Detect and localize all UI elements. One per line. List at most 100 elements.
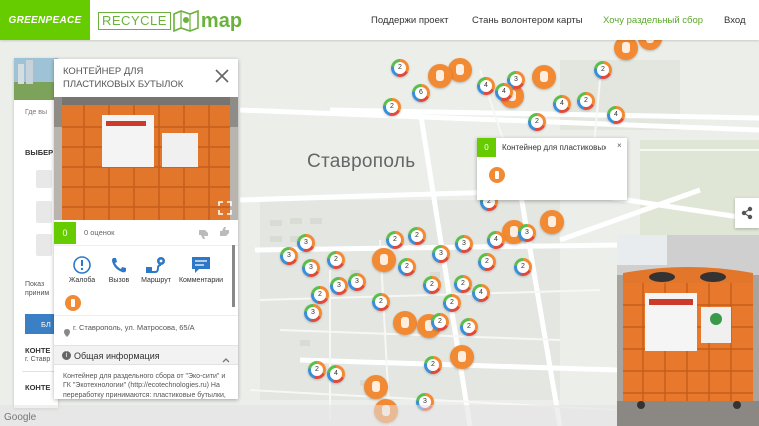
cluster-marker[interactable]: 2 [372, 293, 390, 311]
cluster-marker[interactable]: 2 [327, 251, 345, 269]
container-marker[interactable] [450, 345, 474, 369]
container-marker[interactable] [393, 311, 417, 335]
cluster-marker[interactable]: 2 [528, 113, 546, 131]
cluster-marker[interactable]: 2 [424, 356, 442, 374]
popup-close-icon[interactable]: × [617, 141, 622, 150]
plastic-category-icon [65, 295, 81, 311]
cluster-marker[interactable]: 3 [455, 235, 473, 253]
container-marker[interactable] [364, 375, 388, 399]
cluster-marker[interactable]: 3 [348, 273, 366, 291]
marker-popup[interactable]: 0 Контейнер для пластиковых бутылок × [477, 138, 627, 200]
filter-plastic-icon[interactable] [36, 234, 52, 256]
cluster-marker[interactable]: 2 [594, 61, 612, 79]
nav-want-separate-collection[interactable]: Хочу раздельный сбор [603, 15, 703, 26]
fullscreen-icon[interactable] [218, 201, 232, 215]
logo-map-text: map [200, 10, 243, 32]
recyclemap-logo[interactable]: RECYCLE map [98, 9, 242, 33]
cluster-marker[interactable]: 2 [398, 258, 416, 276]
cluster-marker[interactable]: 2 [383, 98, 401, 116]
info-icon: i [62, 351, 71, 360]
nav-become-volunteer[interactable]: Стань волонтером карты [472, 15, 583, 26]
container-address: г. Ставрополь, ул. Матросова, 65/А [73, 323, 195, 332]
rating-badge: 0 [54, 222, 76, 244]
cluster-marker[interactable]: 4 [327, 365, 345, 383]
thumbs-down-icon[interactable] [198, 227, 210, 239]
cluster-marker[interactable]: 2 [408, 227, 426, 245]
comments-icon [178, 255, 224, 275]
cluster-marker[interactable]: 2 [577, 92, 595, 110]
divider [54, 315, 238, 316]
container-preview-photo[interactable] [617, 235, 759, 426]
rating-count: 0 оценок [84, 228, 115, 237]
thumbs-up-icon[interactable] [219, 225, 231, 237]
location-search-input[interactable]: Где вы [25, 109, 47, 116]
cluster-marker[interactable]: 2 [431, 313, 449, 331]
city-label: Ставрополь [307, 151, 416, 172]
complaint-icon [62, 255, 102, 275]
cluster-marker[interactable]: 4 [472, 284, 490, 302]
cluster-marker[interactable]: 3 [280, 247, 298, 265]
cluster-marker[interactable]: 4 [607, 106, 625, 124]
cluster-marker[interactable]: 2 [308, 361, 326, 379]
general-info-title: Общая информация [74, 351, 160, 361]
divider [54, 245, 238, 246]
cluster-marker[interactable]: 2 [478, 253, 496, 271]
filter-glass-icon[interactable] [36, 201, 52, 223]
google-logo[interactable]: Google [4, 412, 36, 423]
nav-support-project[interactable]: Поддержи проект [371, 15, 448, 26]
list-item-title[interactable]: КОНТЕ [25, 383, 50, 392]
cluster-marker[interactable]: 4 [495, 83, 513, 101]
share-button[interactable] [735, 198, 759, 228]
cluster-marker[interactable]: 2 [423, 276, 441, 294]
list-item-title[interactable]: КОНТЕ [25, 346, 50, 355]
cluster-marker[interactable]: 4 [487, 231, 505, 249]
complaint-button[interactable]: Жалоба [62, 255, 102, 284]
folded-map-icon [173, 9, 199, 33]
call-button[interactable]: Вызов [99, 255, 139, 284]
container-marker[interactable] [540, 210, 564, 234]
top-navigation-bar: GREENPEACE RECYCLE map Поддержи проект С… [0, 0, 759, 40]
popup-rating-badge: 0 [477, 138, 496, 157]
close-icon[interactable] [214, 68, 230, 84]
container-marker[interactable] [532, 65, 556, 89]
filter-paper-icon[interactable] [36, 170, 52, 188]
cluster-marker[interactable]: 4 [553, 95, 571, 113]
scrollbar[interactable] [232, 245, 235, 307]
card-title: Контейнер для пластиковых бутылок [63, 66, 184, 90]
cluster-marker[interactable]: 3 [302, 259, 320, 277]
cluster-marker[interactable]: 2 [454, 275, 472, 293]
greenpeace-logo[interactable]: GREENPEACE [0, 0, 90, 40]
show-accepted-text: Показ [25, 281, 45, 288]
container-photo[interactable] [54, 97, 238, 220]
chevron-up-icon[interactable] [222, 351, 230, 363]
popup-title[interactable]: Контейнер для пластиковых бутылок [502, 143, 606, 152]
logo-recycle-text: RECYCLE [98, 12, 171, 30]
cluster-marker[interactable]: 6 [412, 84, 430, 102]
share-icon [741, 206, 753, 220]
filter-section-title: ВЫБЕР [25, 148, 54, 157]
divider [22, 371, 58, 372]
route-button[interactable]: Маршрут [136, 255, 176, 284]
cluster-marker[interactable]: 3 [330, 277, 348, 295]
cluster-marker[interactable]: 2 [311, 286, 329, 304]
cluster-marker[interactable]: 2 [386, 231, 404, 249]
general-info-header[interactable]: i Общая информация [54, 345, 238, 365]
plastic-category-icon [489, 167, 505, 183]
cluster-marker[interactable]: 3 [304, 304, 322, 322]
location-pin-icon [64, 324, 70, 337]
cluster-marker[interactable]: 2 [443, 294, 461, 312]
cluster-marker[interactable]: 2 [391, 59, 409, 77]
sidebar-banner-image [14, 58, 58, 100]
comments-button[interactable]: Комментарии [178, 255, 224, 284]
cluster-marker[interactable]: 3 [432, 245, 450, 263]
cluster-marker[interactable]: 4 [477, 77, 495, 95]
list-item-address: г. Ставр [25, 356, 51, 363]
container-marker[interactable] [372, 248, 396, 272]
cluster-marker[interactable]: 2 [514, 258, 532, 276]
cluster-marker[interactable]: 3 [297, 234, 315, 252]
nav-login[interactable]: Вход [724, 15, 746, 26]
cluster-marker[interactable]: 3 [518, 224, 536, 242]
container-marker[interactable] [428, 64, 452, 88]
container-details-card: Контейнер для пластиковых бутылок 0 0 оц… [54, 59, 238, 399]
cluster-marker[interactable]: 2 [460, 318, 478, 336]
